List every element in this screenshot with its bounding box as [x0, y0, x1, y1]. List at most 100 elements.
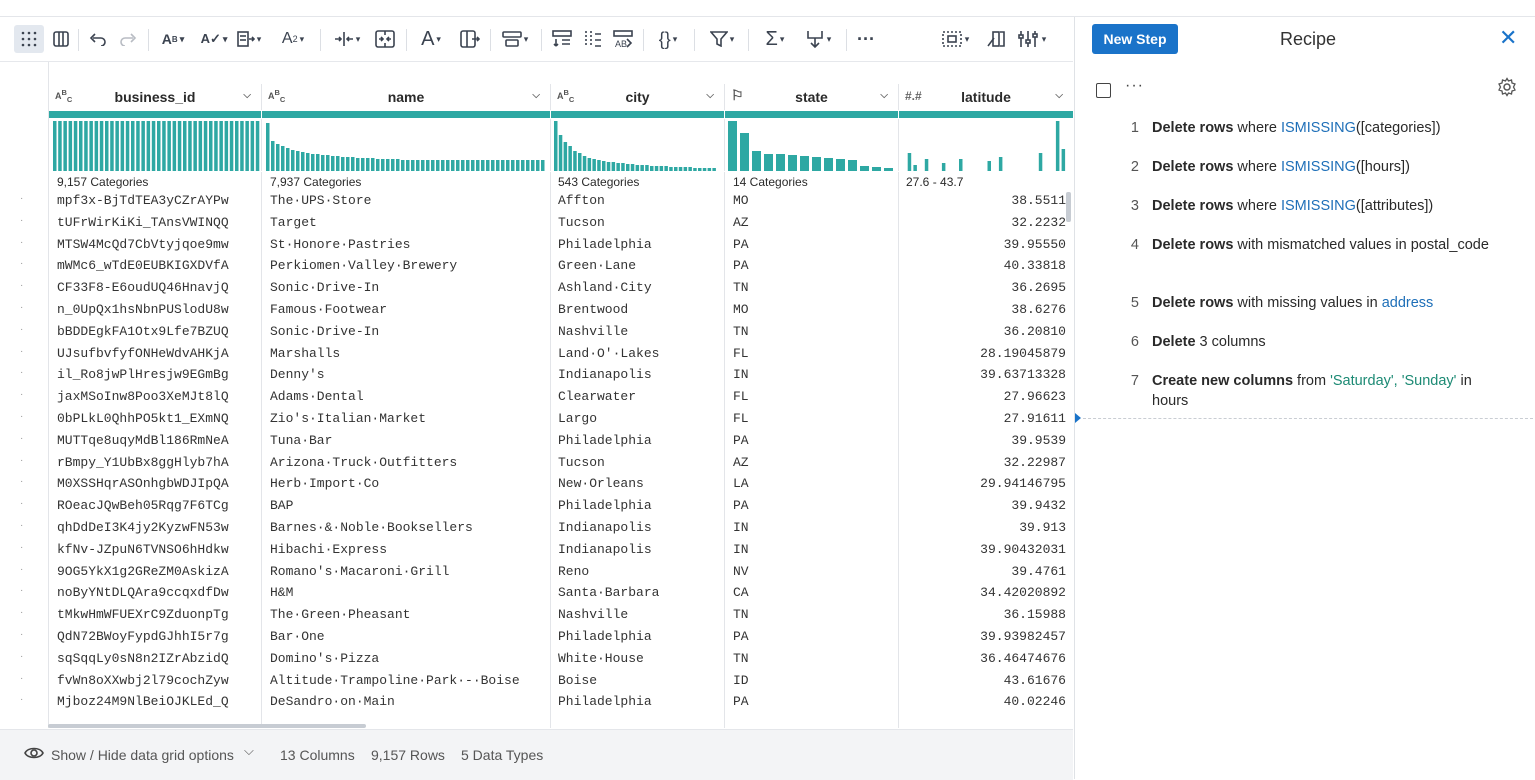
- string-type-icon[interactable]: ABC: [268, 88, 285, 104]
- histogram-bar[interactable]: [351, 157, 355, 171]
- histogram-business_id[interactable]: [49, 119, 262, 171]
- table-cell[interactable]: il_Ro8jwPlHresjw9EGmBg: [57, 367, 229, 382]
- table-cell[interactable]: ROeacJQwBeh05Rqg7F6TCg: [57, 498, 229, 513]
- table-row[interactable]: · 9OG5YkX1g2GReZM0AskizA Romano's·Macaroni…: [0, 561, 1073, 583]
- histogram-bar[interactable]: [707, 168, 712, 171]
- table-cell[interactable]: MO: [733, 302, 749, 317]
- histogram-bar[interactable]: [286, 148, 290, 171]
- table-row[interactable]: · kfNv-JZpuN6TVNSO6hHdkw Hibachi·Express In…: [0, 539, 1073, 561]
- histogram-bar[interactable]: [712, 168, 716, 171]
- nest-icon[interactable]: [984, 25, 1008, 53]
- table-cell[interactable]: kfNv-JZpuN6TVNSO6hHdkw: [57, 542, 229, 557]
- table-cell[interactable]: jaxMSoInw8Poo3XeMJt8lQ: [57, 389, 229, 404]
- table-row[interactable]: · UJsufbvfyfONHeWdvAHKjA Marshalls Land·O'·…: [0, 343, 1073, 365]
- histogram-bar[interactable]: [336, 156, 340, 171]
- table-cell[interactable]: MO: [733, 193, 749, 208]
- chevron-down-icon[interactable]: ⌵: [243, 90, 251, 101]
- table-row[interactable]: · mpf3x-BjTdTEA3yCZrAYPw The·UPS·Store Afft…: [0, 190, 1073, 212]
- histogram-bar[interactable]: [764, 154, 773, 171]
- table-cell[interactable]: Santa·Barbara: [558, 585, 659, 600]
- table-cell[interactable]: Philadelphia: [558, 237, 652, 252]
- decimal-type-icon[interactable]: #.#: [905, 89, 922, 103]
- histogram-bar[interactable]: [558, 135, 563, 171]
- histogram-bar[interactable]: [311, 154, 315, 171]
- histogram-bar[interactable]: [941, 163, 946, 171]
- histogram-bar[interactable]: [381, 159, 385, 171]
- table-cell[interactable]: 40.33818: [1004, 258, 1066, 273]
- histogram-bar[interactable]: [606, 162, 611, 171]
- format-text-icon[interactable]: A✓ ▾: [200, 25, 228, 53]
- histogram-bar[interactable]: [209, 121, 213, 171]
- histogram-bar[interactable]: [366, 158, 370, 171]
- histogram-bar[interactable]: [115, 121, 119, 171]
- table-cell[interactable]: Domino's·Pizza: [270, 651, 379, 666]
- histogram-bar[interactable]: [491, 160, 495, 171]
- merge-icon[interactable]: [372, 25, 398, 53]
- table-row[interactable]: · CF33F8-E6oudUQ46HnavjQ Sonic·Drive-In Ash…: [0, 277, 1073, 299]
- histogram-bar[interactable]: [1061, 149, 1066, 171]
- table-cell[interactable]: Green·Lane: [558, 258, 636, 273]
- histogram-bar[interactable]: [291, 150, 295, 171]
- table-cell[interactable]: 27.96623: [1004, 389, 1066, 404]
- histogram-bar[interactable]: [987, 161, 992, 171]
- histogram-state[interactable]: [725, 119, 899, 171]
- histogram-bar[interactable]: [664, 166, 668, 171]
- histogram-bar[interactable]: [872, 167, 881, 171]
- data-quality-bar[interactable]: [725, 111, 898, 118]
- histogram-bar[interactable]: [276, 144, 280, 171]
- table-cell[interactable]: Altitude·Trampoline·Park·-·Boise: [270, 673, 520, 688]
- histogram-bar[interactable]: [597, 160, 601, 171]
- histogram-bar[interactable]: [481, 160, 485, 171]
- histogram-bar[interactable]: [136, 121, 140, 171]
- histogram-bar[interactable]: [421, 160, 425, 171]
- string-type-icon[interactable]: ABC: [557, 88, 574, 104]
- table-cell[interactable]: PA: [733, 258, 749, 273]
- table-cell[interactable]: ID: [733, 673, 749, 688]
- histogram-bar[interactable]: [728, 121, 737, 171]
- more-icon[interactable]: ···: [854, 25, 878, 53]
- histogram-bar[interactable]: [659, 166, 664, 171]
- table-cell[interactable]: The·Green·Pheasant: [270, 607, 410, 622]
- histogram-bar[interactable]: [824, 158, 833, 171]
- table-cell[interactable]: Indianapolis: [558, 520, 652, 535]
- histogram-bar[interactable]: [73, 121, 78, 171]
- table-row[interactable]: · fvWn8oXXwbj2l79cochZyw Altitude·Trampoli…: [0, 670, 1073, 692]
- table-cell[interactable]: 36.46474676: [980, 651, 1066, 666]
- table-cell[interactable]: H&M: [270, 585, 293, 600]
- table-cell[interactable]: TN: [733, 324, 749, 339]
- histogram-bar[interactable]: [582, 156, 587, 171]
- table-cell[interactable]: PA: [733, 498, 749, 513]
- table-cell[interactable]: Philadelphia: [558, 433, 652, 448]
- flag-icon[interactable]: ⚐: [731, 87, 744, 104]
- table-cell[interactable]: 39.93982457: [980, 629, 1066, 644]
- table-cell[interactable]: Sonic·Drive-In: [270, 324, 379, 339]
- histogram-bar[interactable]: [451, 160, 455, 171]
- table-cell[interactable]: Barnes·&·Noble·Booksellers: [270, 520, 473, 535]
- histogram-bar[interactable]: [645, 165, 649, 171]
- table-row[interactable]: · M0XSSHqrASOnhgbWDJIpQA Herb·Import·Co New…: [0, 473, 1073, 495]
- column-header-latitude[interactable]: #.# latitude ⌵: [899, 84, 1073, 110]
- vertical-scrollbar[interactable]: [1066, 192, 1071, 222]
- histogram-bar[interactable]: [391, 159, 395, 171]
- histogram-bar[interactable]: [516, 160, 520, 171]
- histogram-bar[interactable]: [678, 167, 683, 171]
- histogram-bar[interactable]: [386, 159, 390, 171]
- table-cell[interactable]: Bar·One: [270, 629, 325, 644]
- histogram-bar[interactable]: [58, 121, 62, 171]
- histogram-bar[interactable]: [396, 159, 400, 171]
- table-cell[interactable]: TN: [733, 280, 749, 295]
- settings-icon[interactable]: ▾: [1014, 25, 1050, 53]
- histogram-bar[interactable]: [554, 121, 558, 171]
- insert-marker-icon[interactable]: [1075, 413, 1081, 423]
- histogram-bar[interactable]: [702, 168, 707, 171]
- histogram-bar[interactable]: [321, 155, 325, 171]
- histogram-bar[interactable]: [240, 121, 244, 171]
- histogram-bar[interactable]: [356, 158, 360, 171]
- histogram-bar[interactable]: [281, 146, 285, 171]
- table-row[interactable]: · MTSW4McQd7CbVtyjqoe9mw St·Honore·Pastrie…: [0, 234, 1073, 256]
- table-cell[interactable]: Indianapolis: [558, 542, 652, 557]
- histogram-bar[interactable]: [836, 159, 845, 171]
- table-cell[interactable]: Affton: [558, 193, 605, 208]
- table-cell[interactable]: Famous·Footwear: [270, 302, 387, 317]
- group-icon[interactable]: [550, 25, 574, 53]
